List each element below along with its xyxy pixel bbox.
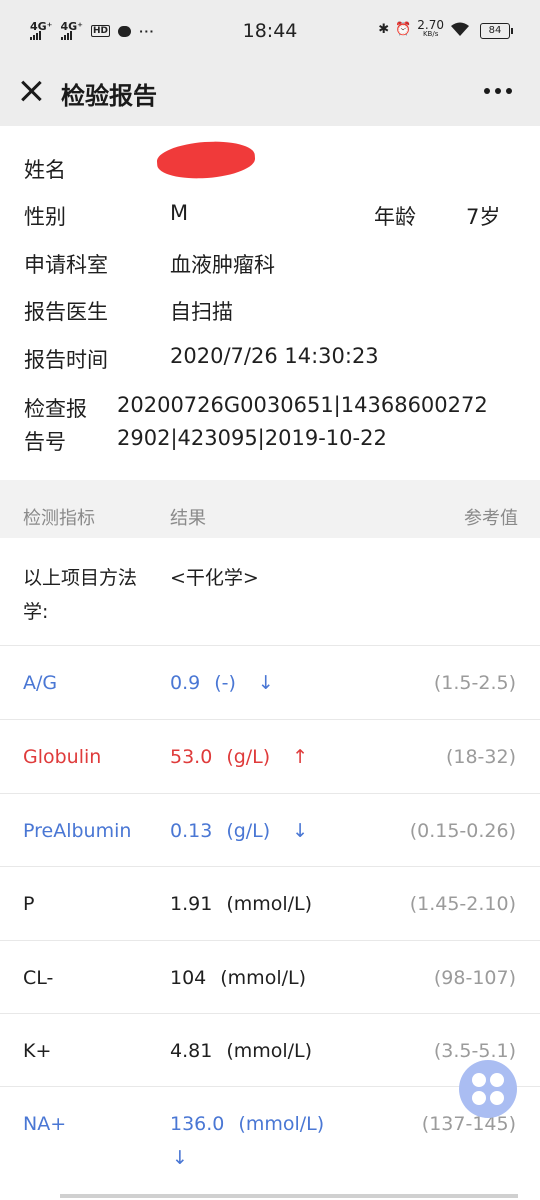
result-unit: (g/L) <box>226 746 271 768</box>
indicator-name: P <box>23 893 35 915</box>
gender-label: 性别 <box>24 205 66 229</box>
table-row[interactable]: PreAlbumin 0.13 (g/L) ↓ (0.15-0.26) <box>0 793 540 867</box>
reference-range: (1.5-2.5) <box>433 672 516 694</box>
col-indicator: 检测指标 <box>23 508 95 529</box>
page-title: 检验报告 <box>61 82 157 110</box>
result-unit: (mmol/L) <box>220 967 306 989</box>
arrow-down-icon: ↓ <box>292 820 309 842</box>
method-value: <干化学> <box>170 567 259 589</box>
result-cell: 0.13 (g/L) ↓ <box>170 820 308 842</box>
scroll-indicator <box>60 1194 518 1198</box>
nav-bar: 检验报告 <box>0 62 540 126</box>
table-row[interactable]: K+ 4.81 (mmol/L) (3.5-5.1) <box>0 1013 540 1087</box>
result-unit: (g/L) <box>226 820 271 842</box>
result-cell: 4.81 (mmol/L) <box>170 1040 312 1062</box>
more-icon[interactable] <box>484 88 512 94</box>
result-value: 0.13 <box>170 820 213 842</box>
reference-range: (3.5-5.1) <box>433 1040 516 1062</box>
wifi-icon <box>451 22 469 36</box>
age-label: 年龄 <box>374 205 416 229</box>
report-time-value: 2020/7/26 14:30:23 <box>170 344 379 368</box>
result-value: 104 <box>170 967 207 989</box>
table-row[interactable]: P 1.91 (mmol/L) (1.45-2.10) <box>0 866 540 941</box>
reference-range: (1.45-2.10) <box>409 893 516 915</box>
report-no-label-line1: 检查报 <box>24 397 87 421</box>
status-right: ✱ ⏰ 2.70 KB/s <box>378 19 470 38</box>
result-unit: (mmol/L) <box>226 893 313 915</box>
battery-level: 84 <box>488 25 502 36</box>
result-cell: 0.9 (-) ↓ <box>170 672 274 694</box>
result-value: 4.81 <box>170 1040 213 1062</box>
result-cell: 104 (mmol/L) <box>170 967 306 989</box>
method-label-line2: 学: <box>23 601 49 623</box>
arrow-down-icon: ↓ <box>172 1147 188 1169</box>
indicator-name: NA+ <box>23 1113 67 1135</box>
doctor-label: 报告医生 <box>24 300 108 324</box>
close-icon[interactable] <box>16 76 46 106</box>
indicator-name: A/G <box>23 672 58 694</box>
network-speed: 2.70 KB/s <box>417 19 444 38</box>
col-result: 结果 <box>170 508 206 529</box>
table-row[interactable]: NA+ 136.0 (mmol/L) ↓ (137-145) <box>0 1086 540 1196</box>
result-value: 1.91 <box>170 893 213 915</box>
method-label-line1: 以上项目方法 <box>23 567 138 589</box>
table-row[interactable]: CL- 104 (mmol/L) (98-107) <box>0 940 540 1014</box>
alarm-icon: ⏰ <box>395 21 412 37</box>
age-value: 7岁 <box>466 205 501 229</box>
report-no-label-line2: 告号 <box>24 430 66 454</box>
bluetooth-icon: ✱ <box>378 21 390 37</box>
result-unit: (mmol/L) <box>238 1113 325 1135</box>
indicator-name: CL- <box>23 967 54 989</box>
result-value: 53.0 <box>170 746 213 768</box>
reference-range: (18-32) <box>445 746 516 768</box>
reference-range: (137-145) <box>421 1113 516 1135</box>
method-row: 以上项目方法 学: <干化学> <box>0 538 540 646</box>
result-cell: 136.0 (mmol/L) ↓ <box>170 1113 325 1169</box>
result-unit: (-) <box>214 672 236 694</box>
department-value: 血液肿瘤科 <box>170 253 275 277</box>
indicator-name: PreAlbumin <box>23 820 132 842</box>
report-no-line1: 20200726G0030651|14368600272 <box>117 393 488 417</box>
floating-menu-icon[interactable] <box>459 1060 517 1118</box>
arrow-down-icon: ↓ <box>257 672 274 694</box>
result-value: 0.9 <box>170 672 201 694</box>
reference-range: (98-107) <box>433 967 516 989</box>
table-header: 检测指标 结果 参考值 <box>0 480 540 538</box>
indicator-name: Globulin <box>23 746 102 768</box>
report-no-line2: 2902|423095|2019-10-22 <box>117 426 387 450</box>
reference-range: (0.15-0.26) <box>409 820 516 842</box>
name-label: 姓名 <box>24 158 66 182</box>
battery-icon: 84 <box>480 23 513 39</box>
gender-value: M <box>170 201 189 225</box>
report-time-label: 报告时间 <box>24 348 108 372</box>
result-value: 136.0 <box>170 1113 225 1135</box>
result-cell: 53.0 (g/L) ↑ <box>170 746 308 768</box>
table-row[interactable]: A/G 0.9 (-) ↓ (1.5-2.5) <box>0 645 540 720</box>
status-bar: 4G⁺ 4G⁺ HD ··· 18:44 ✱ ⏰ 2.70 KB/s 84 <box>0 0 540 62</box>
indicator-name: K+ <box>23 1040 52 1062</box>
arrow-up-icon: ↑ <box>292 746 309 768</box>
result-cell: 1.91 (mmol/L) <box>170 893 312 915</box>
speed-unit: KB/s <box>422 30 439 38</box>
department-label: 申请科室 <box>24 253 108 277</box>
result-unit: (mmol/L) <box>226 1040 313 1062</box>
name-redaction <box>155 138 257 182</box>
doctor-value: 自扫描 <box>170 300 233 324</box>
col-reference: 参考值 <box>464 508 518 529</box>
table-row[interactable]: Globulin 53.0 (g/L) ↑ (18-32) <box>0 719 540 794</box>
